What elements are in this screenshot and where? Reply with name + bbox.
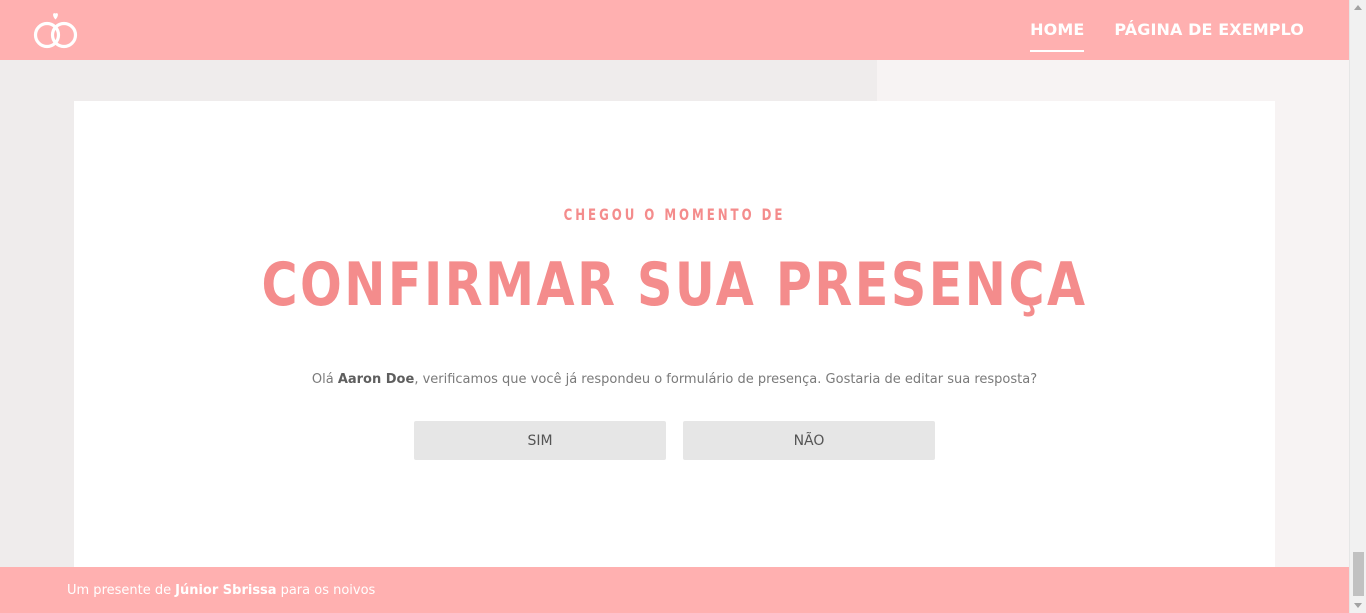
message-suffix: , verificamos que você já respondeu o fo…	[414, 372, 1038, 387]
rsvp-card: CHEGOU O MOMENTO DE CONFIRMAR SUA PRESEN…	[74, 101, 1275, 567]
rsvp-message: Olá Aaron Doe, verificamos que você já r…	[74, 372, 1275, 387]
main-nav: HOME PÁGINA DE EXEMPLO	[1030, 0, 1304, 60]
yes-button[interactable]: SIM	[414, 421, 666, 460]
scroll-thumb[interactable]	[1353, 552, 1364, 596]
nav-home[interactable]: HOME	[1030, 20, 1085, 52]
footer: Um presente de Júnior Sbrissa para os no…	[0, 567, 1349, 613]
scroll-down-arrow-icon[interactable]	[1354, 603, 1362, 608]
vertical-scrollbar[interactable]	[1349, 0, 1366, 613]
rsvp-headline: CONFIRMAR SUA PRESENÇA	[261, 250, 1088, 320]
guest-name: Aaron Doe	[337, 372, 415, 387]
top-navbar: HOME PÁGINA DE EXEMPLO	[0, 0, 1349, 60]
rsvp-buttons: SIM NÃO	[414, 421, 935, 460]
footer-suffix: para os noivos	[280, 582, 376, 598]
footer-prefix: Um presente de	[67, 582, 172, 598]
wedding-rings-icon[interactable]	[28, 8, 84, 52]
no-button[interactable]: NÃO	[683, 421, 935, 460]
footer-author: Júnior Sbrissa	[175, 582, 277, 598]
message-prefix: Olá	[311, 372, 334, 387]
rsvp-kicker: CHEGOU O MOMENTO DE	[563, 205, 786, 224]
nav-example-page[interactable]: PÁGINA DE EXEMPLO	[1114, 20, 1304, 41]
scroll-up-arrow-icon[interactable]	[1354, 5, 1362, 10]
